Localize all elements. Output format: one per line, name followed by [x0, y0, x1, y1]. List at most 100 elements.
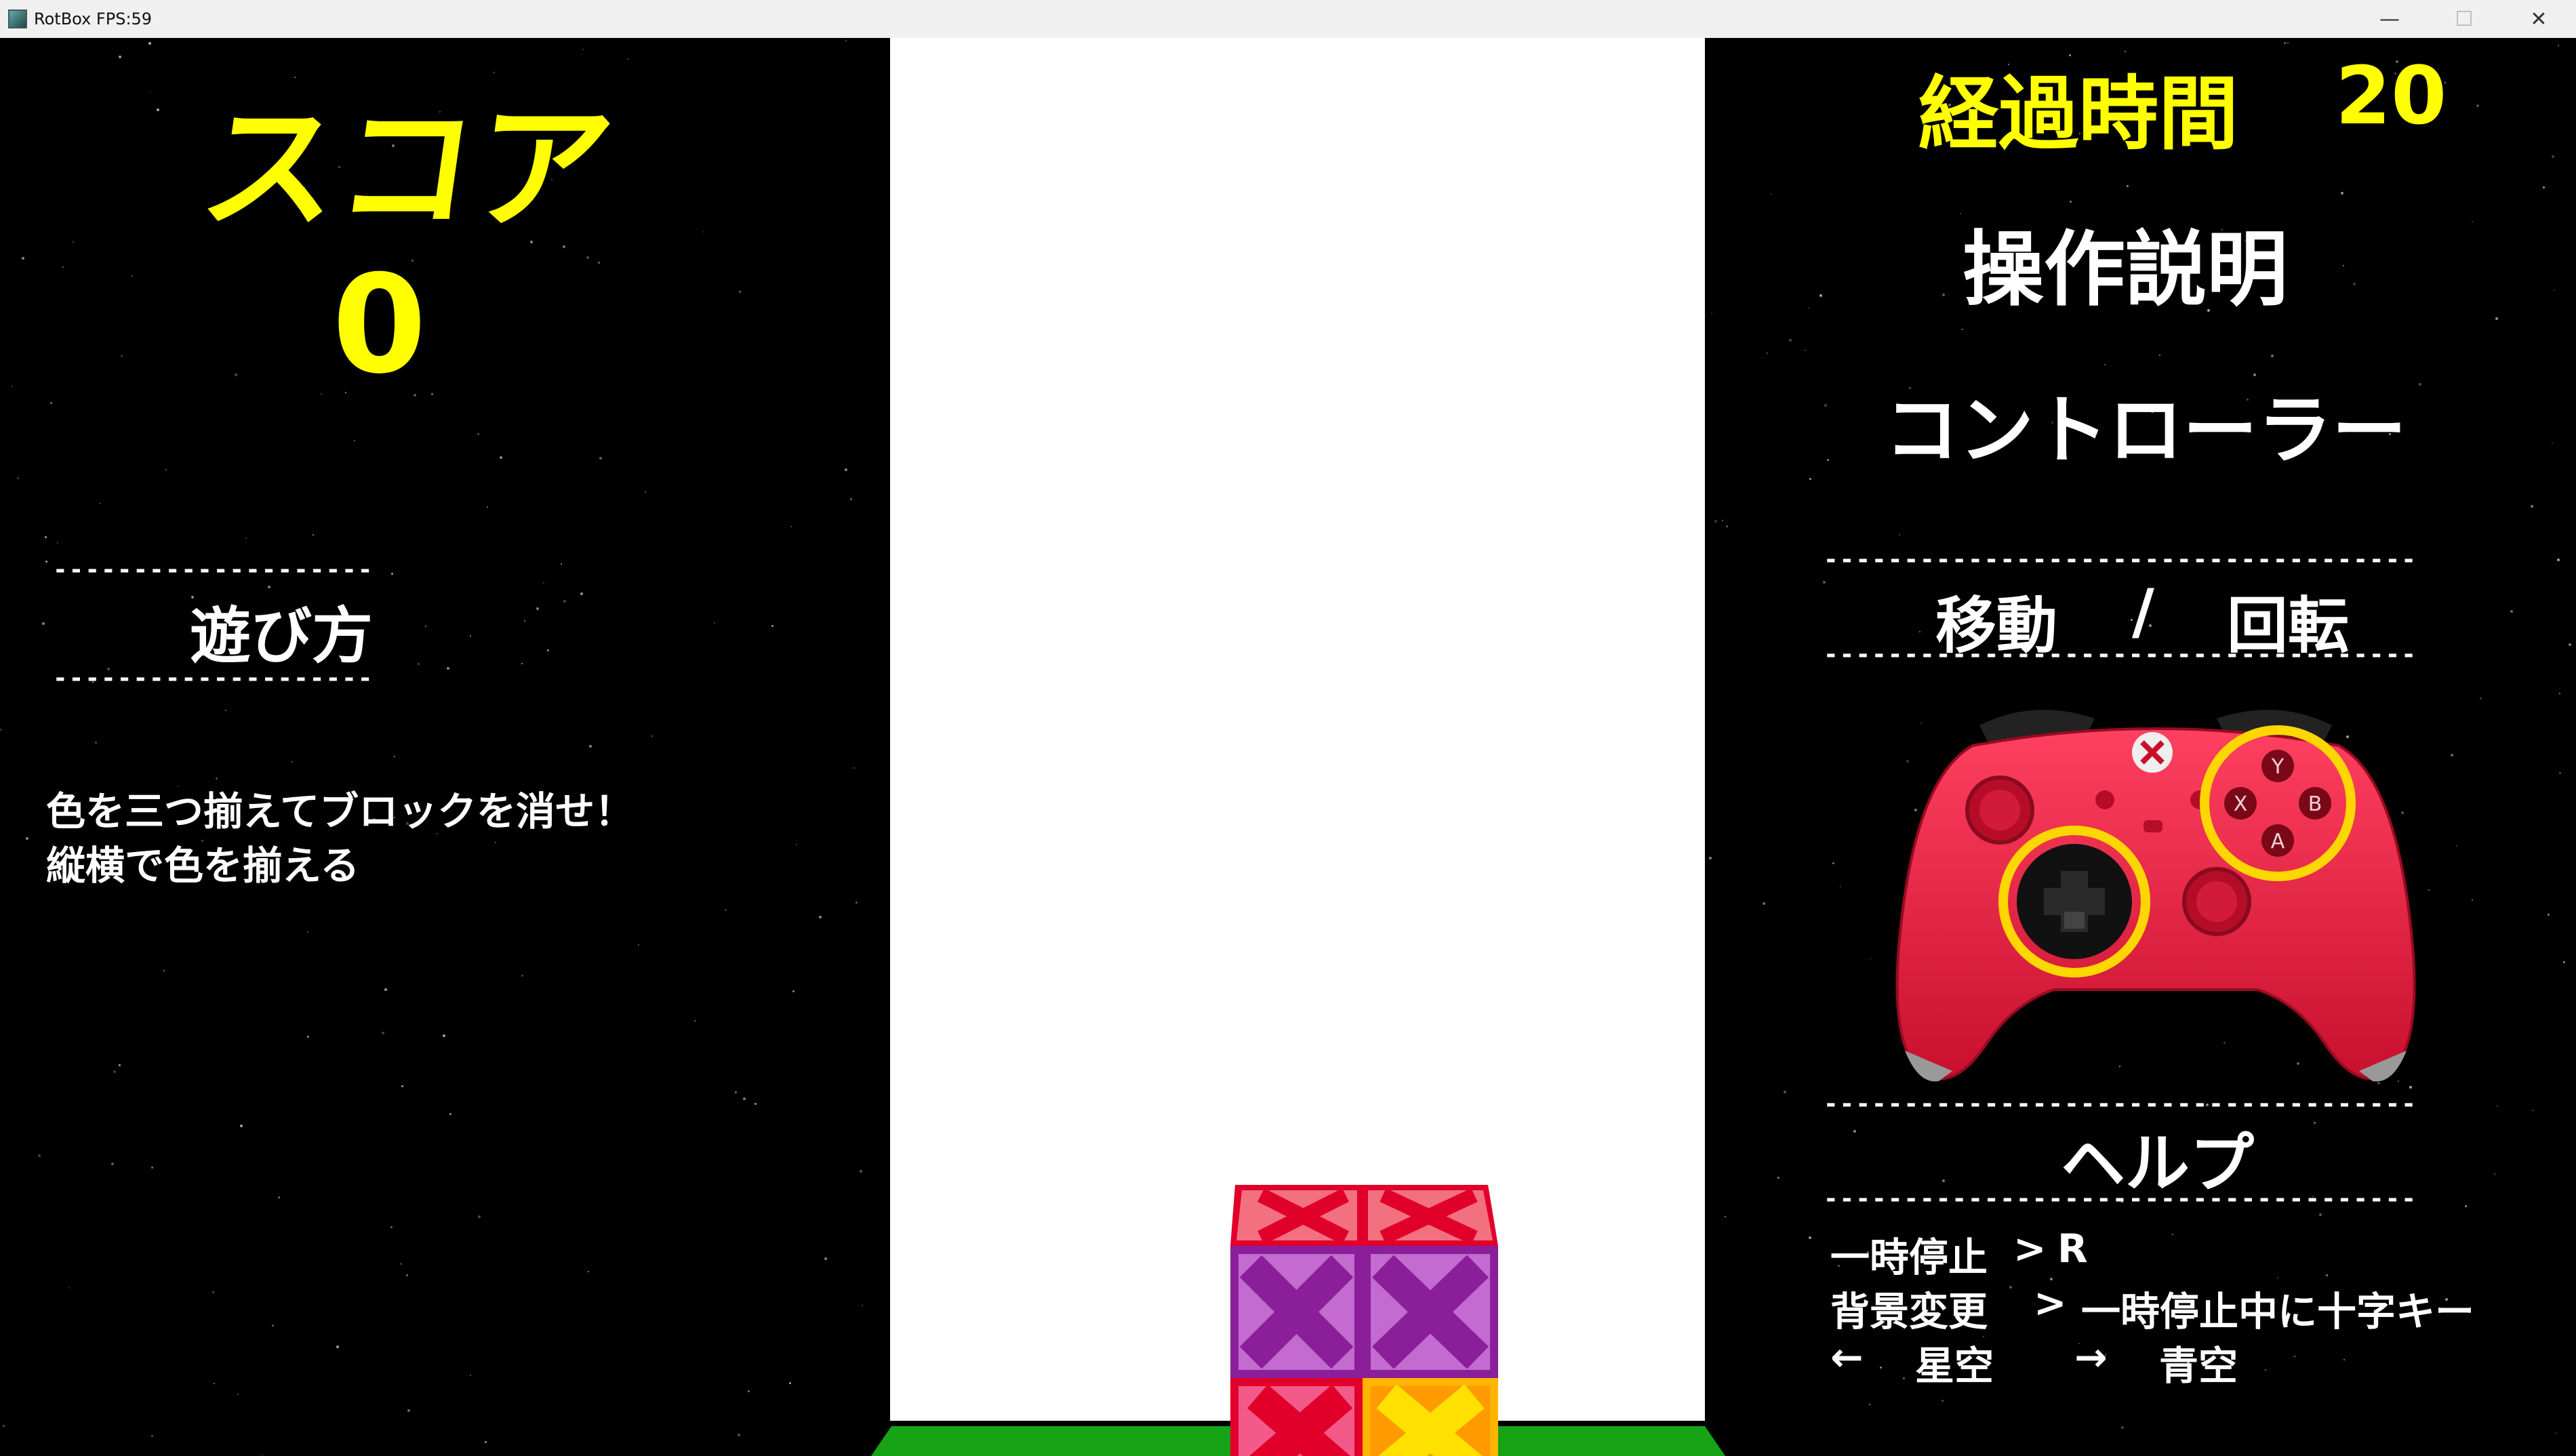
star: [487, 506, 488, 508]
star: [1823, 581, 1826, 584]
block-yellow-bottom: [1363, 1378, 1498, 1456]
star: [0, 729, 2, 731]
star: [588, 1271, 589, 1272]
star: [2563, 961, 2565, 963]
minimize-button[interactable]: —: [2352, 0, 2427, 38]
star: [853, 767, 855, 769]
star: [157, 108, 159, 111]
star: [240, 1125, 243, 1127]
star: [400, 1263, 402, 1265]
star: [547, 649, 549, 651]
star: [119, 1064, 121, 1066]
star: [307, 1036, 309, 1038]
star: [521, 975, 523, 977]
block-purple-left: [1230, 1246, 1363, 1378]
star: [45, 561, 47, 563]
star: [738, 1434, 740, 1436]
star: [321, 393, 322, 395]
star: [237, 1394, 239, 1395]
star: [165, 469, 167, 470]
star: [2543, 186, 2545, 188]
star: [2326, 1274, 2328, 1276]
star: [1870, 958, 1871, 959]
help-pause-key: 一時停止: [1830, 1234, 1988, 1280]
star: [42, 622, 45, 625]
controller-body: [1895, 727, 2416, 1080]
star: [214, 1383, 215, 1384]
star: [2271, 355, 2274, 357]
star: [1771, 193, 1772, 195]
block-purple-right: [1363, 1246, 1498, 1378]
close-button[interactable]: ✕: [2501, 0, 2576, 38]
star: [790, 526, 792, 527]
star: [1777, 1177, 1779, 1179]
star: [2532, 1110, 2533, 1111]
star: [382, 1032, 384, 1034]
help-pause-value: R: [2057, 1226, 2088, 1272]
star: [748, 1390, 750, 1392]
left-info-panel: [0, 38, 890, 1456]
window-controls: — ☐ ✕: [2352, 0, 2576, 38]
star: [735, 1091, 737, 1093]
score-label: スコア: [192, 90, 622, 248]
star: [449, 1113, 451, 1115]
controller-title: コントローラー: [1885, 387, 2407, 474]
star: [582, 49, 584, 50]
star: [95, 742, 97, 744]
star: [2497, 1106, 2498, 1107]
star: [2552, 443, 2553, 444]
block-stack: [1230, 1185, 1498, 1456]
star: [494, 72, 495, 73]
star: [856, 902, 858, 904]
star: [1763, 902, 1765, 905]
star: [2552, 155, 2554, 158]
star: [1942, 1179, 1945, 1182]
star: [561, 563, 562, 565]
how-to-play-title: 遊び方: [190, 601, 373, 672]
window-title: RotBox FPS:59: [34, 9, 153, 28]
star: [1726, 525, 1728, 527]
star: [771, 625, 773, 627]
star: [1709, 857, 1712, 860]
star: [1853, 1130, 1856, 1133]
block-top-red-left: [1230, 1185, 1363, 1246]
star: [792, 990, 794, 992]
elapsed-time-value: 20: [2335, 49, 2447, 142]
star: [1809, 1236, 1811, 1239]
star: [500, 456, 502, 459]
window-titlebar: RotBox FPS:59 — ☐ ✕: [0, 0, 2576, 39]
star: [45, 536, 47, 538]
star: [645, 491, 646, 493]
star: [294, 77, 296, 78]
star: [2495, 317, 2498, 320]
how-to-play-line: 色を三つ揃えてブロックを消せ！: [46, 788, 635, 834]
star: [2451, 754, 2453, 756]
star: [406, 1274, 408, 1276]
star: [394, 756, 395, 757]
star: [148, 42, 151, 45]
star: [245, 538, 247, 539]
star: [2159, 355, 2160, 356]
star: [2319, 1213, 2322, 1216]
star: [1942, 294, 1945, 296]
star: [703, 231, 704, 232]
star: [2127, 185, 2129, 187]
how-to-play-divider-bottom: --------------------: [53, 664, 374, 692]
maximize-button[interactable]: ☐: [2427, 0, 2501, 38]
controls-title: 操作説明: [1963, 223, 2288, 317]
star: [2472, 221, 2473, 222]
score-value: 0: [332, 246, 427, 404]
help-right-arrow: →: [2074, 1334, 2108, 1380]
star: [470, 1375, 471, 1376]
controls-divider-bottom: -------------------------------------: [1824, 641, 2417, 668]
help-background-value: 一時停止中に十字キー: [2081, 1289, 2475, 1335]
button-a-label: A: [2271, 830, 2285, 853]
star: [1919, 631, 1920, 632]
star: [2480, 697, 2482, 700]
star: [478, 1215, 481, 1218]
star: [1880, 1367, 1882, 1369]
star: [1960, 213, 1961, 214]
star: [2172, 1234, 2173, 1235]
star: [1824, 404, 1827, 407]
star: [100, 503, 101, 504]
